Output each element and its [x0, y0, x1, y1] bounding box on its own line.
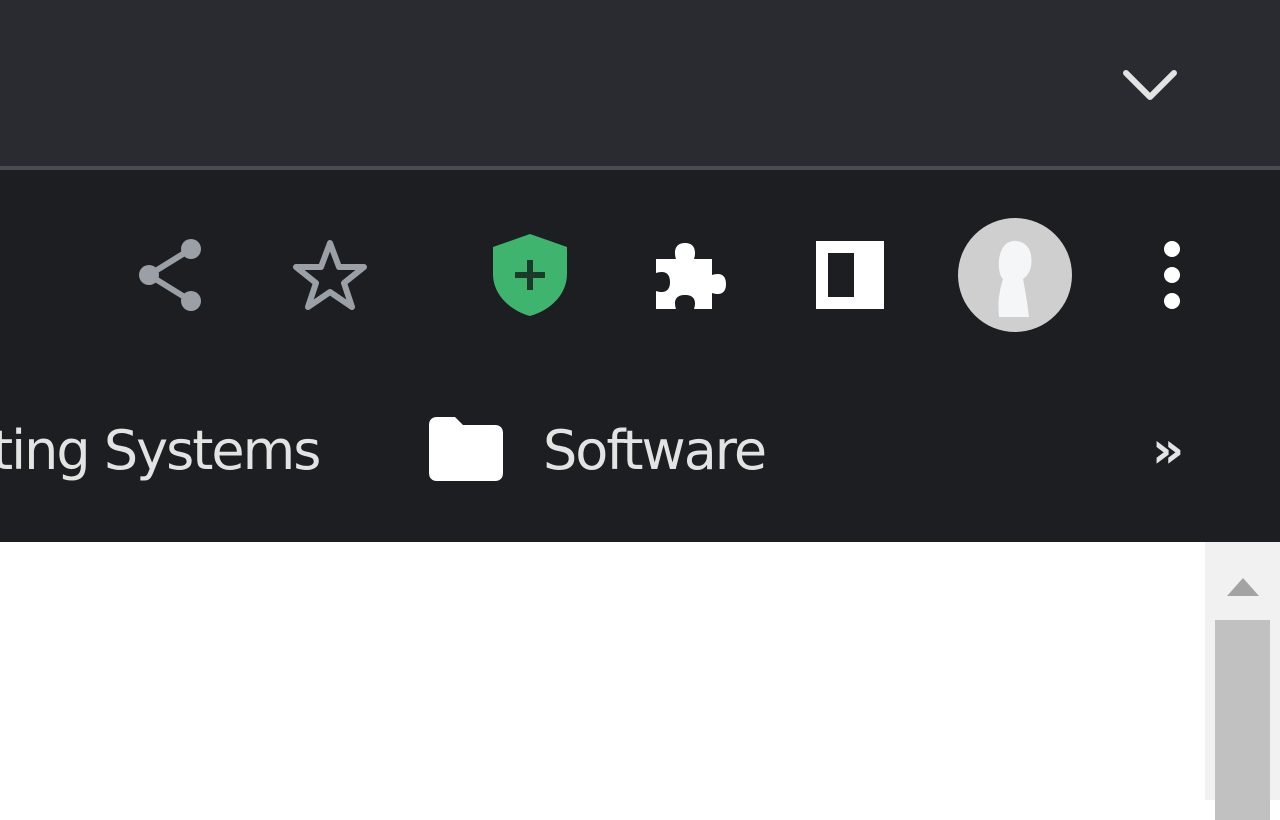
overflow-chevron-icon: »	[1151, 421, 1185, 479]
bookmark-folder-software[interactable]: Software	[425, 400, 767, 500]
vertical-scrollbar[interactable]	[1205, 542, 1280, 820]
side-panel-button[interactable]	[800, 225, 900, 325]
bookmark-star-button[interactable]	[280, 225, 380, 325]
shield-plus-icon	[493, 234, 567, 316]
triangle-up-icon	[1226, 578, 1259, 596]
extension-shield-button[interactable]	[480, 225, 580, 325]
bookmark-item[interactable]: ting Systems	[0, 400, 321, 500]
bookmarks-overflow-button[interactable]: »	[1128, 405, 1208, 495]
tab-search-button[interactable]	[1105, 40, 1195, 130]
more-vert-icon	[1164, 241, 1180, 309]
page-content	[0, 542, 1205, 800]
star-icon	[293, 240, 367, 310]
profile-button[interactable]	[955, 215, 1075, 335]
folder-icon	[429, 417, 503, 481]
share-button[interactable]	[120, 225, 220, 325]
chevron-down-icon	[1123, 70, 1177, 100]
avatar	[958, 218, 1072, 332]
side-panel-icon	[816, 241, 884, 309]
bookmark-folder-label: Software	[543, 418, 767, 482]
menu-button[interactable]	[1122, 225, 1222, 325]
tab-strip	[0, 0, 1280, 166]
share-icon	[139, 239, 201, 311]
bookmark-label: ting Systems	[0, 418, 321, 482]
scroll-up-button[interactable]	[1205, 562, 1280, 612]
scrollbar-thumb[interactable]	[1215, 620, 1270, 820]
puzzle-icon	[656, 243, 726, 309]
extensions-button[interactable]	[640, 225, 740, 325]
